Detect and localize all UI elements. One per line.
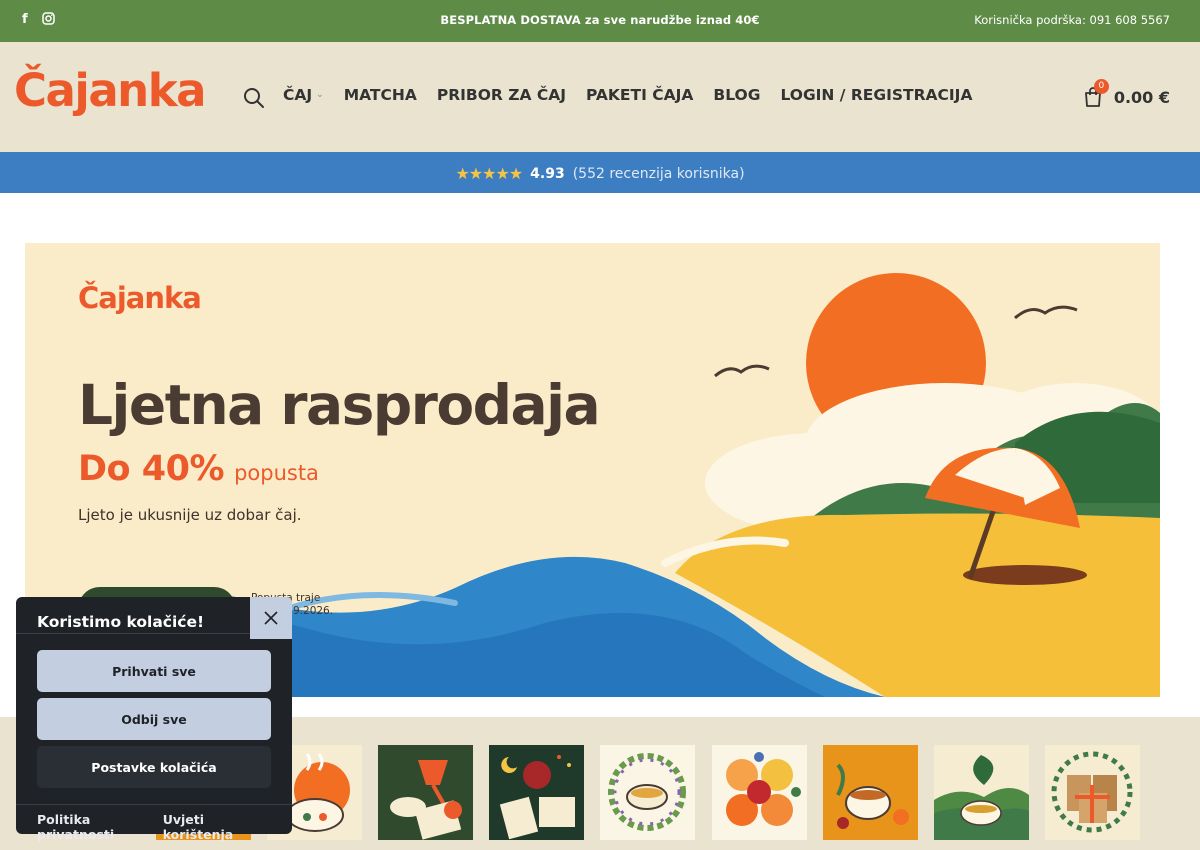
hero-brand-logo: Čajanka [78,281,202,315]
accept-all-button[interactable]: Prihvati sve [37,650,271,692]
close-button[interactable] [250,597,292,639]
cart-button[interactable]: 0 0.00 € [1082,79,1170,108]
spiced-tea-icon[interactable] [823,745,918,840]
cookie-footer-links: Politika privatnosti Uvjeti korištenja [16,804,292,842]
cookie-title: Koristimo kolačiće! [37,613,205,631]
citrus-slices-icon[interactable] [712,745,807,840]
rating-stars-icon: ★★★★★ [455,164,523,183]
night-tea-book-icon[interactable] [489,745,584,840]
nav-item-caj[interactable]: ČAJ ⌄ [283,86,324,104]
nav-item-login[interactable]: LOGIN / REGISTRACIJA [780,86,972,104]
reject-all-button[interactable]: Odbij sve [37,698,271,740]
review-count[interactable]: (552 recenzija korisnika) [573,166,745,182]
terms-link[interactable]: Uvjeti korištenja [163,812,271,842]
nav-item-pribor[interactable]: PRIBOR ZA ČAJ [437,86,566,104]
main-header: Čajanka ČAJ ⌄ MATCHA PRIBOR ZA ČAJ PAKET… [0,42,1200,152]
cookie-consent-dialog: Koristimo kolačiće! Prihvati sve Odbij s… [16,597,292,842]
support-phone[interactable]: Korisnička podrška: 091 608 5567 [974,13,1170,27]
nav-item-label: PRIBOR ZA ČAJ [436,86,566,104]
green-tea-landscape-icon[interactable] [934,745,1029,840]
nav-item-blog[interactable]: BLOG [713,86,760,104]
nav-item-label: LOGIN / REGISTRACIJA [780,86,973,104]
rating-score: 4.93 [530,165,565,182]
hero-discount: Do 40% popusta [78,449,319,489]
hero-tagline: Ljeto je ukusnije uz dobar čaj. [78,506,302,524]
cookie-settings-button[interactable]: Postavke kolačića [37,746,271,788]
gift-bags-icon[interactable] [1045,745,1140,840]
privacy-policy-link[interactable]: Politika privatnosti [37,812,163,842]
nav-item-label: ČAJ [283,86,313,104]
herbal-wreath-tea-icon[interactable] [600,745,695,840]
chevron-down-icon: ⌄ [316,90,324,100]
search-icon[interactable] [243,87,265,109]
cart-total: 0.00 € [1113,87,1170,107]
shopping-bag-icon: 0 [1082,79,1109,108]
nav-item-label: MATCHA [343,86,417,104]
cookie-divider [16,633,250,634]
nav-item-label: BLOG [713,86,761,104]
discount-percent: Do 40% [78,449,225,489]
nav-item-paketi[interactable]: PAKETI ČAJA [586,86,693,104]
rating-bar: ★★★★★ 4.93 (552 recenzija korisnika) [0,152,1200,193]
lamp-tea-icon[interactable] [378,745,473,840]
top-bar: f BESPLATNA DOSTAVA za sve narudžbe izna… [0,0,1200,42]
main-nav: ČAJ ⌄ MATCHA PRIBOR ZA ČAJ PAKETI ČAJA B… [283,86,972,104]
nav-item-matcha[interactable]: MATCHA [344,86,417,104]
cart-count-badge: 0 [1093,79,1109,94]
close-icon [264,611,278,625]
discount-label: popusta [234,461,319,485]
nav-item-label: PAKETI ČAJA [585,86,694,104]
hero-title: Ljetna rasprodaja [78,373,601,437]
site-logo[interactable]: Čajanka [14,64,207,117]
